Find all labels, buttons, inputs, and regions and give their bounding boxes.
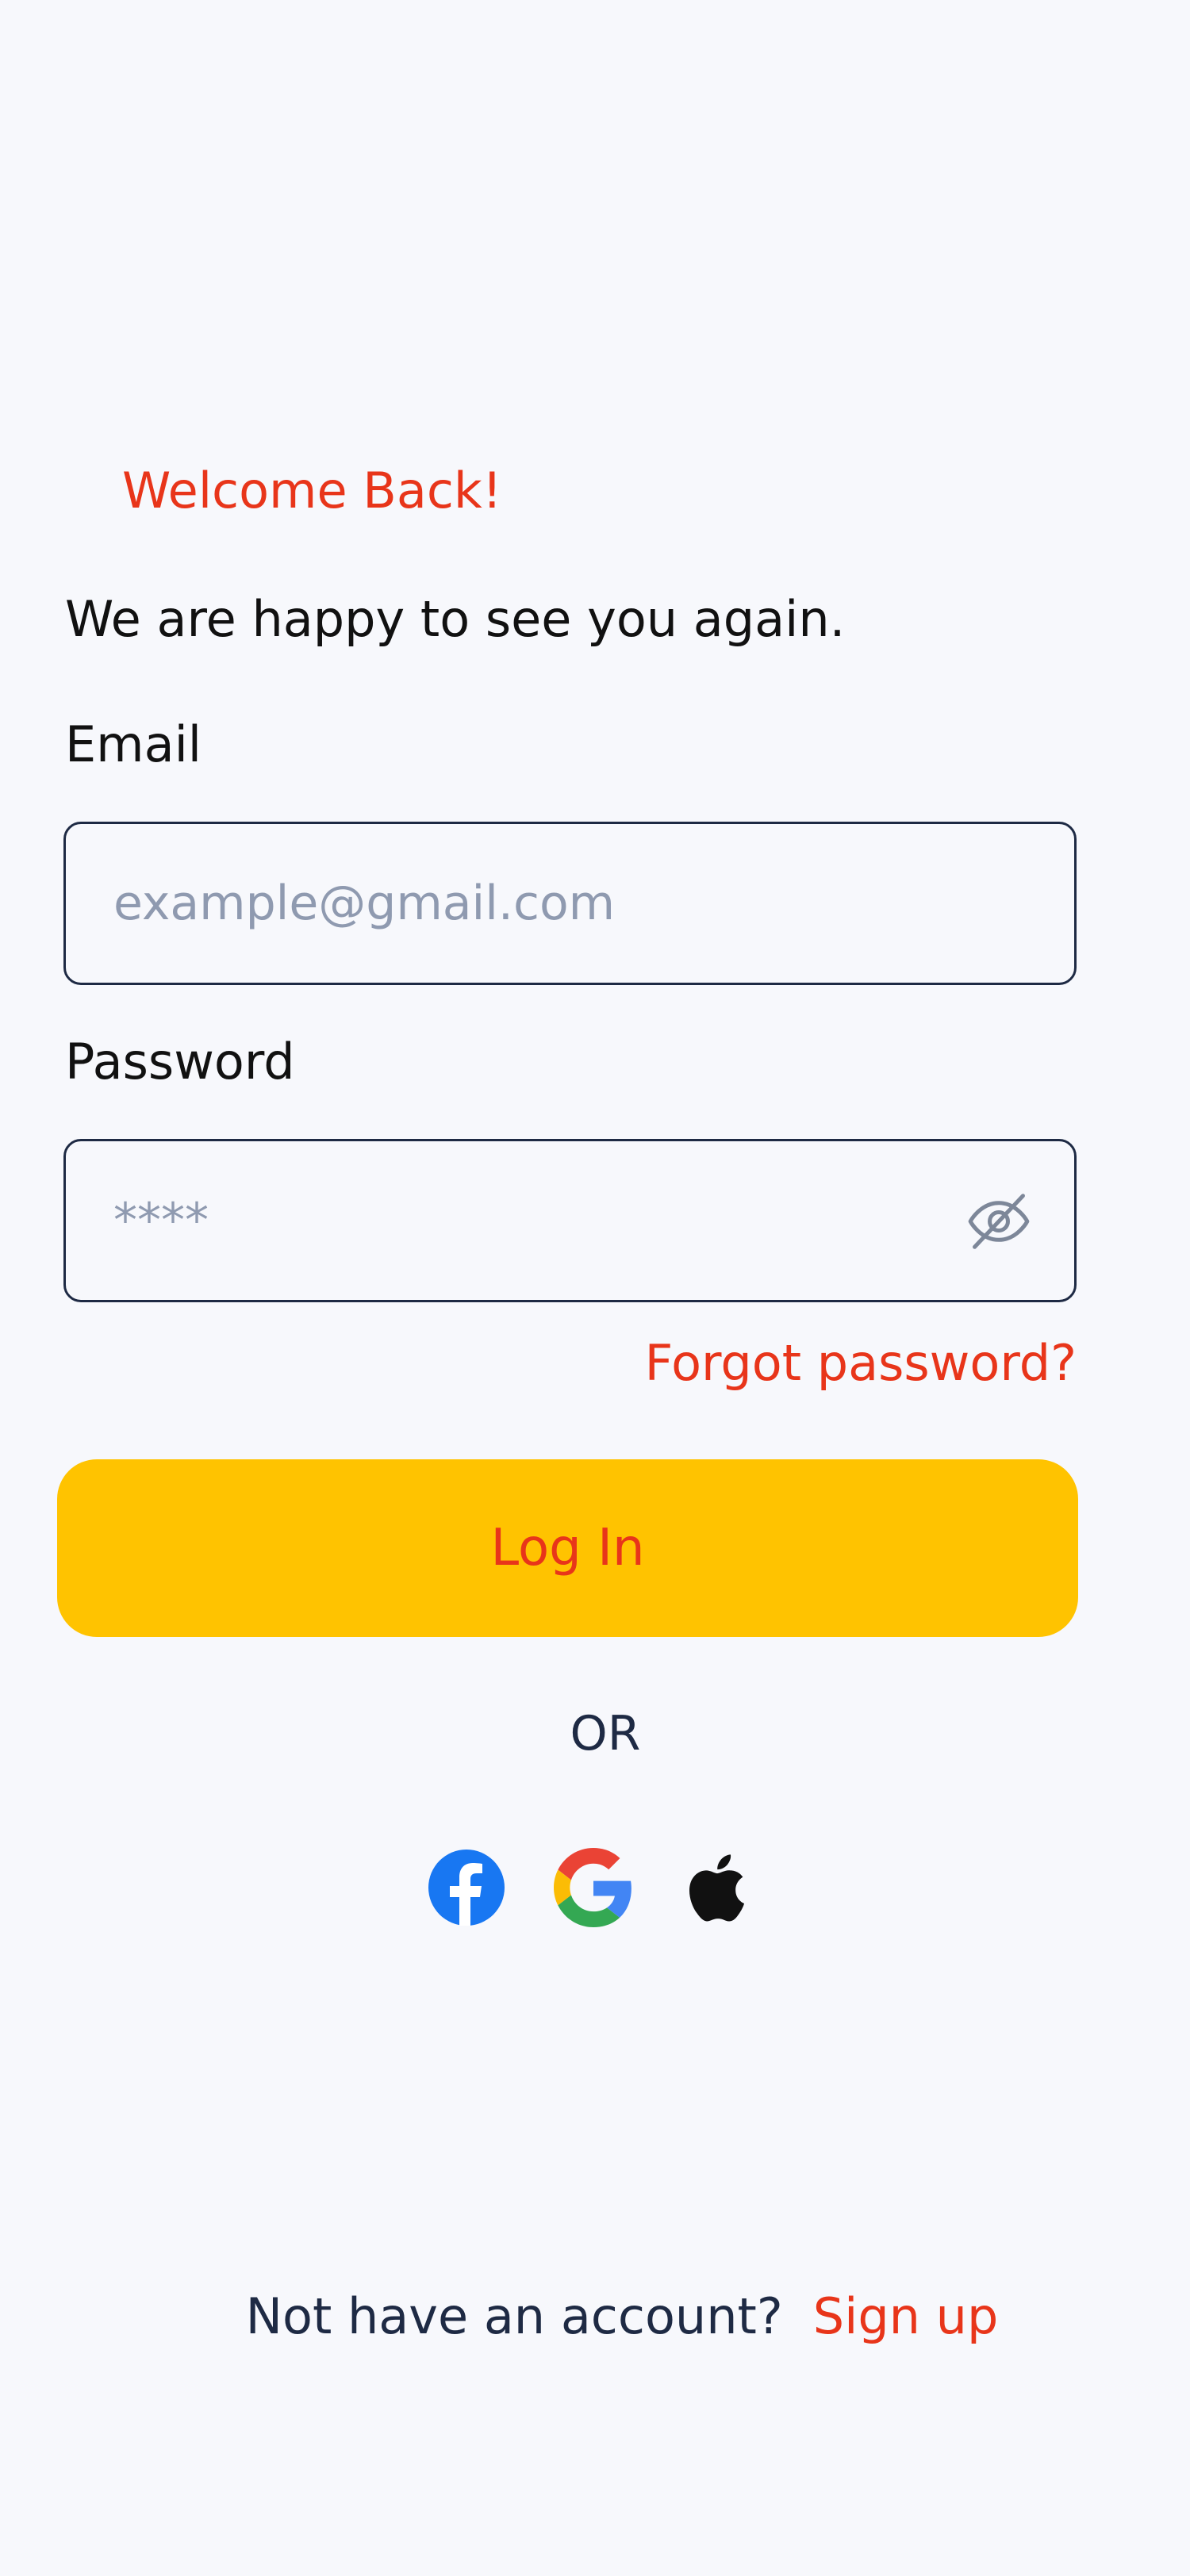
facebook-icon[interactable] [427,1848,506,1927]
login-button[interactable]: Log In [57,1459,1078,1637]
email-label: Email [65,715,202,773]
apple-icon[interactable] [681,1848,760,1927]
email-field-container [63,822,1077,985]
signup-link[interactable]: Sign up [813,2287,999,2345]
welcome-subtitle: We are happy to see you again. [65,590,846,648]
password-field-container [63,1139,1077,1302]
or-divider: OR [570,1706,641,1761]
eye-off-icon[interactable] [965,1187,1033,1255]
signup-prompt: Not have an account? [245,2287,783,2345]
password-label: Password [65,1033,295,1091]
welcome-title: Welcome Back! [122,462,502,519]
password-field[interactable] [113,1141,946,1300]
google-icon[interactable] [554,1848,633,1927]
forgot-password-link[interactable]: Forgot password? [645,1339,1077,1388]
signup-row: Not have an account? Sign up [0,2292,1190,2341]
email-field[interactable] [113,824,946,983]
